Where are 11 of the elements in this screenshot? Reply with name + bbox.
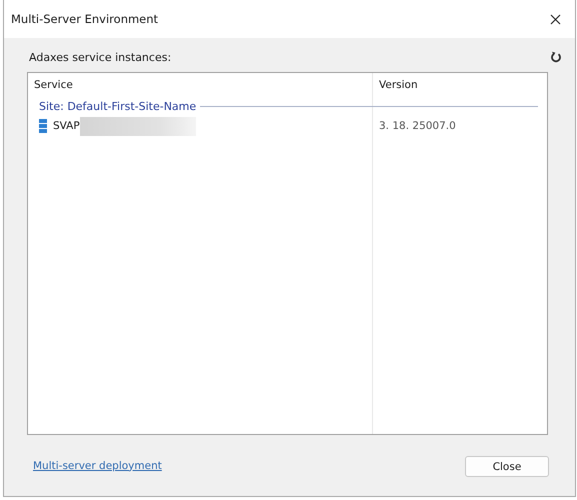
column-header[interactable]: Service xyxy=(28,73,372,97)
refresh-icon[interactable] xyxy=(549,50,563,64)
deployment-link[interactable]: Multi-server deployment xyxy=(33,460,162,472)
close-button[interactable]: Close xyxy=(465,456,549,477)
table-cell[interactable]: SVAP xyxy=(53,120,80,132)
table-cell-text: 3. 18. 25007.0 xyxy=(378,119,457,134)
group-header: Site: Default-First-Site-Name xyxy=(39,100,196,112)
section-label: Adaxes service instances: xyxy=(29,50,172,64)
server-icon xyxy=(39,119,47,133)
column-header[interactable]: Version xyxy=(373,73,538,97)
window-title: Multi-Server Environment xyxy=(11,12,158,26)
